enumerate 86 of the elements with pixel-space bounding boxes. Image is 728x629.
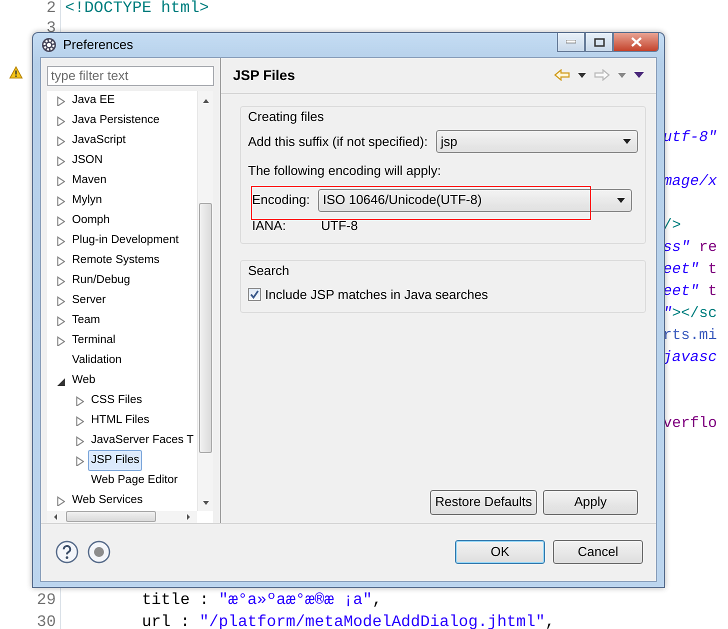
minimize-button[interactable]: [566, 40, 576, 44]
code-line: verflo: [663, 414, 718, 434]
line-number: 30: [36, 612, 56, 629]
info-text: The following encoding will apply:: [248, 162, 442, 180]
tree-item[interactable]: Run/Debug: [69, 270, 134, 292]
code-line: title : "æ°a»ºaæ°æ®æ ¡a",: [140, 590, 382, 611]
collapse-icon[interactable]: [56, 376, 65, 386]
tree-item[interactable]: Validation: [69, 350, 125, 372]
expand-icon[interactable]: [56, 316, 65, 326]
tree-item[interactable]: Mylyn: [69, 190, 106, 212]
tree-item[interactable]: Java Persistence: [69, 110, 163, 132]
code-line: rts.mi: [663, 326, 718, 346]
gear-icon: [41, 36, 57, 53]
tree-item[interactable]: Web: [69, 370, 98, 392]
caret-icon: [617, 198, 625, 203]
menu-icon[interactable]: [634, 72, 644, 78]
forward-arrow-icon[interactable]: [594, 69, 610, 82]
tree-item[interactable]: JSON: [69, 150, 106, 172]
expand-icon[interactable]: [56, 116, 65, 126]
code-line: />: [663, 216, 682, 236]
window-title: Preferences: [63, 36, 134, 54]
expand-icon[interactable]: [56, 276, 65, 286]
expand-icon[interactable]: [56, 156, 65, 166]
tree-item[interactable]: Oomph: [69, 210, 113, 232]
filter-field[interactable]: type filter text: [47, 66, 214, 86]
expand-icon[interactable]: [56, 296, 65, 306]
tree-item[interactable]: Terminal: [69, 330, 118, 352]
caret-icon[interactable]: [578, 72, 586, 78]
page-title: JSP Files: [233, 66, 296, 85]
tree-item[interactable]: JSP Files: [88, 450, 142, 472]
expand-icon[interactable]: [75, 416, 84, 426]
code-line: "></sc: [663, 304, 718, 324]
scroll-left-icon[interactable]: [53, 512, 58, 521]
line-number: 2: [45, 0, 56, 18]
vertical-scrollbar[interactable]: [197, 90, 213, 511]
expand-icon[interactable]: [75, 396, 84, 406]
code-line: javasc: [663, 348, 718, 368]
expand-icon[interactable]: [75, 456, 84, 466]
tree-item[interactable]: Maven: [69, 170, 110, 192]
tree-item[interactable]: Remote Systems: [69, 250, 163, 272]
expand-icon[interactable]: [75, 436, 84, 446]
tree-item[interactable]: HTML Files: [88, 410, 152, 432]
suffix-dropdown[interactable]: jsp: [436, 130, 638, 154]
tree-item[interactable]: JavaScript: [69, 130, 129, 152]
code-line: utf-8": [663, 128, 718, 148]
tree-item[interactable]: Server: [69, 290, 109, 312]
expand-icon[interactable]: [56, 496, 65, 506]
field-label: Encoding:: [252, 191, 310, 210]
tree-item[interactable]: Web Services: [69, 490, 146, 511]
scroll-right-icon[interactable]: [186, 512, 191, 521]
expand-icon[interactable]: [56, 176, 65, 186]
expand-icon[interactable]: [56, 136, 65, 146]
cancel-button[interactable]: Cancel: [553, 540, 643, 564]
code-line: ss" re: [663, 238, 718, 258]
expand-icon[interactable]: [56, 256, 65, 266]
line-number: 3: [45, 18, 56, 39]
expand-icon[interactable]: [56, 336, 65, 346]
apply-button[interactable]: Apply: [543, 490, 638, 515]
checkbox-label: Include JSP matches in Java searches: [265, 286, 488, 304]
restore-defaults-button[interactable]: Restore Defaults: [430, 490, 537, 515]
maximize-button[interactable]: [594, 38, 604, 46]
record-icon[interactable]: [87, 540, 111, 564]
caret-icon: [623, 139, 631, 144]
encoding-dropdown[interactable]: ISO 10646/Unicode(UTF-8): [318, 188, 632, 212]
code-line: <!DOCTYPE html>: [65, 0, 210, 18]
expand-icon[interactable]: [56, 236, 65, 246]
tree-item[interactable]: JavaServer Faces T: [88, 430, 197, 452]
code-line: url : "/platform/metaModelAddDialog.jhtml",: [140, 612, 555, 629]
field-label: Add this suffix (if not specified):: [248, 132, 428, 151]
tree-item[interactable]: Team: [69, 310, 104, 332]
field-value: UTF-8: [321, 216, 358, 235]
checkbox[interactable]: [248, 288, 261, 301]
tree-item[interactable]: CSS Files: [88, 390, 146, 412]
help-icon[interactable]: [55, 540, 79, 564]
ok-button[interactable]: OK: [455, 540, 545, 564]
horizontal-scrollbar[interactable]: [47, 510, 197, 523]
tree-item[interactable]: Plug-in Development: [69, 230, 182, 252]
close-button[interactable]: [630, 37, 642, 47]
expand-icon[interactable]: [56, 196, 65, 206]
expand-icon[interactable]: [56, 216, 65, 226]
tree-item[interactable]: Web Page Editor: [88, 470, 181, 492]
expand-icon[interactable]: [56, 96, 65, 106]
line-number: 29: [36, 590, 56, 611]
tree-item[interactable]: Java EE: [69, 90, 118, 112]
back-arrow-icon[interactable]: [554, 69, 570, 82]
field-label: IANA:: [252, 216, 287, 235]
